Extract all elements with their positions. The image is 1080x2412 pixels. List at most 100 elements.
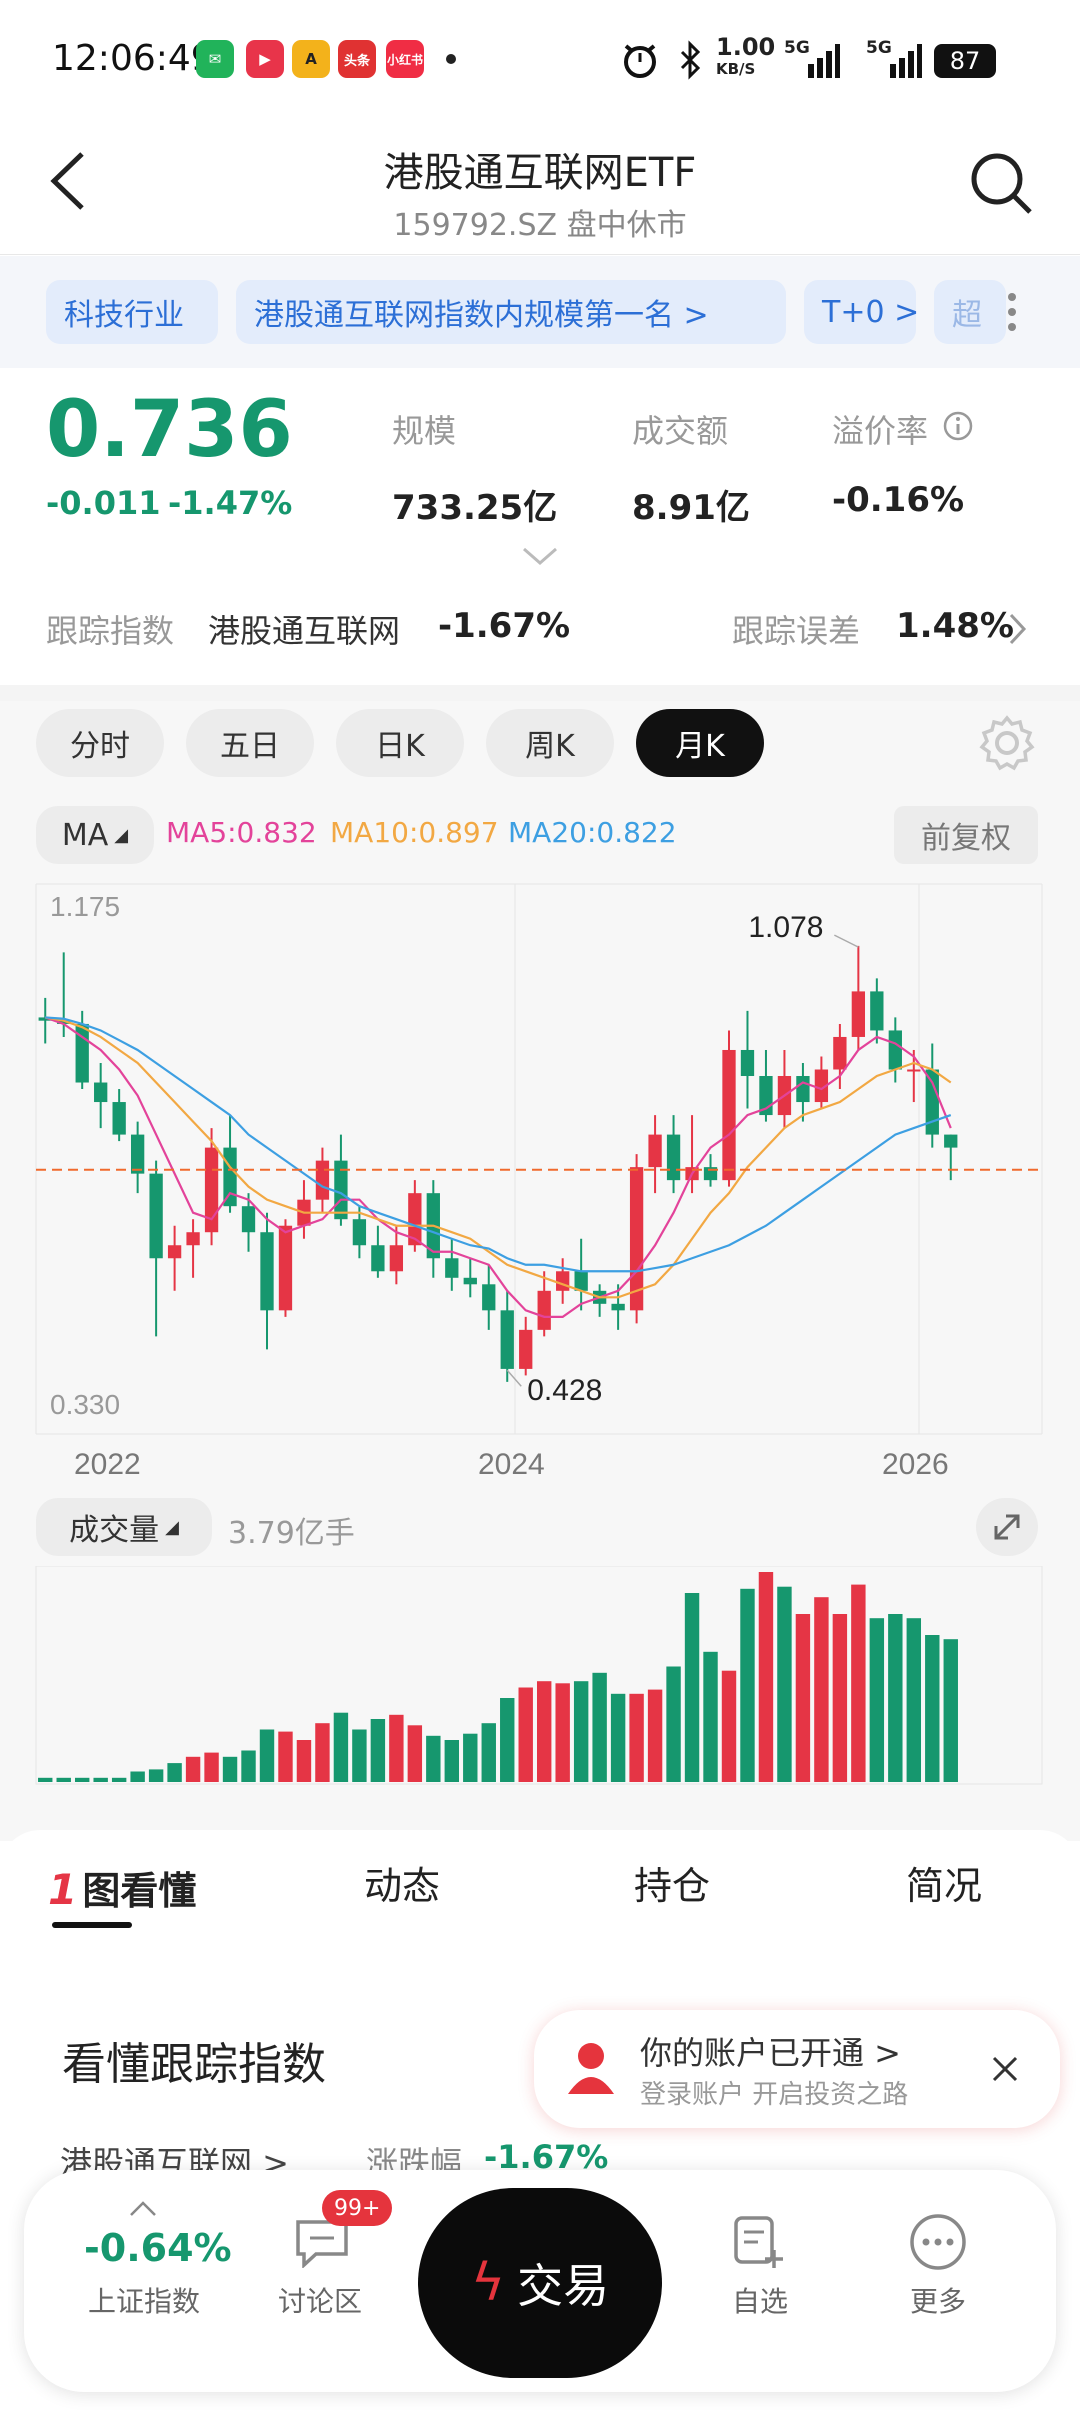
period-tab-daily[interactable]: 日K — [336, 709, 464, 777]
volume-bar — [721, 1670, 737, 1782]
candle-body — [740, 1049, 755, 1077]
volume-bar — [629, 1693, 644, 1782]
more-icon[interactable] — [908, 2212, 968, 2272]
tag-more[interactable]: 超 — [934, 280, 1006, 344]
price: 0.736 — [46, 385, 293, 475]
volume-bar — [333, 1712, 349, 1782]
volume-bar — [204, 1752, 219, 1782]
period-tab-intraday[interactable]: 分时 — [36, 709, 164, 777]
tag-t0[interactable]: T+0 > — [804, 280, 919, 344]
volume-bar — [906, 1618, 922, 1782]
volume-bar — [610, 1693, 626, 1782]
page-subtitle: 159792.SZ 盘中休市 — [393, 208, 687, 243]
bluetooth-icon — [680, 40, 701, 80]
volume-bar — [647, 1689, 663, 1782]
candle-body — [556, 1271, 570, 1291]
candle-body — [833, 1036, 847, 1070]
volume-bar — [703, 1651, 718, 1782]
volume-bar — [296, 1740, 312, 1782]
y-min-label: 0.330 — [50, 1389, 120, 1420]
candle-body — [574, 1271, 588, 1291]
candle-body — [537, 1290, 551, 1330]
ma20-legend: MA20:0.822 — [508, 816, 677, 849]
volume-chart[interactable] — [0, 1566, 1080, 1786]
header-divider — [0, 254, 1080, 255]
expand-icon — [994, 1514, 1020, 1540]
volume-value: 3.79亿手 — [228, 1516, 355, 1551]
expand-chevron-icon[interactable] — [522, 546, 558, 566]
page-title: 港股通互联网ETF — [383, 150, 697, 196]
volume-bar — [74, 1777, 90, 1782]
candle-body — [130, 1134, 145, 1174]
volume-bar — [463, 1733, 478, 1782]
tab-news[interactable]: 动态 — [364, 1855, 440, 1910]
settings-gear-icon[interactable] — [978, 714, 1036, 772]
period-tab-5day[interactable]: 五日 — [186, 709, 314, 777]
adjust-selector[interactable]: 前复权 — [894, 806, 1038, 864]
track-index-pct: -1.67% — [438, 606, 571, 646]
search-icon[interactable] — [968, 150, 1034, 216]
forum-label[interactable]: 讨论区 — [278, 2280, 362, 2320]
volume-bar — [130, 1771, 145, 1782]
more-vertical-icon[interactable] — [1000, 290, 1024, 334]
candle-body — [241, 1206, 256, 1233]
candle-body — [851, 991, 866, 1037]
candle-body — [925, 1069, 939, 1135]
volume-bar — [832, 1614, 848, 1782]
watchlist-label[interactable]: 自选 — [732, 2280, 788, 2320]
tab-chart-explain[interactable]: 1 图看懂 — [48, 1860, 196, 1915]
volume-selector[interactable]: 成交量 ◢ — [36, 1498, 212, 1556]
index-label[interactable]: 上证指数 — [88, 2280, 200, 2320]
index-value[interactable]: -0.64% — [84, 2226, 232, 2270]
candle-body — [888, 1030, 902, 1070]
period-tab-monthly[interactable]: 月K — [636, 709, 764, 777]
info-icon[interactable] — [942, 410, 974, 442]
volume-bar — [222, 1756, 238, 1782]
candle-body — [186, 1232, 200, 1246]
status-bar: 12:06:49 ✉ ▶ A 头条 小红书 1.00 KB/S 5G 5G 87 — [0, 0, 1080, 120]
ma5-legend: MA5:0.832 — [166, 816, 317, 849]
fullscreen-button[interactable] — [976, 1498, 1038, 1556]
volume-bar — [93, 1777, 108, 1782]
tag-ranking[interactable]: 港股通互联网指数内规模第一名 > — [236, 280, 786, 344]
volume-bar — [185, 1756, 201, 1782]
ma-selector[interactable]: MA ◢ — [36, 806, 154, 864]
volume-bar — [758, 1572, 774, 1782]
candlestick-chart[interactable]: 1.175 0.330 1.078 0.428 2022 2024 2026 — [0, 870, 1080, 1480]
annotation-high-leader — [834, 934, 859, 948]
scale-value: 733.25亿 — [392, 488, 558, 528]
volume-bar — [684, 1593, 700, 1782]
candle-body — [223, 1147, 237, 1207]
candle-body — [389, 1245, 404, 1272]
price-change-pct: -1.47% — [168, 484, 293, 522]
candle-body — [352, 1219, 367, 1246]
candle-body — [463, 1277, 477, 1285]
more-label[interactable]: 更多 — [910, 2280, 966, 2320]
trade-button[interactable]: ϟ 交易 — [418, 2188, 662, 2378]
volume-bar — [481, 1723, 496, 1782]
xiaohongshu-icon: 小红书 — [386, 40, 424, 78]
volume-bar — [740, 1588, 755, 1782]
chevron-right-icon[interactable] — [1008, 612, 1028, 646]
track-index-name[interactable]: 港股通互联网 — [208, 606, 400, 652]
track-error-value[interactable]: 1.48% — [896, 606, 1014, 646]
track-index-label: 跟踪指数 — [46, 612, 175, 650]
volume-bar — [555, 1683, 570, 1782]
close-icon[interactable] — [990, 2054, 1020, 2084]
signal-1-icon — [808, 44, 840, 78]
tag-sector[interactable]: 科技行业 — [46, 280, 218, 344]
watchlist-add-icon[interactable] — [730, 2214, 786, 2270]
volume-bar — [278, 1731, 293, 1782]
volume-bar — [666, 1666, 681, 1782]
tab-holdings[interactable]: 持仓 — [634, 1855, 710, 1910]
volume-bar — [38, 1777, 53, 1782]
tab-overview[interactable]: 简况 — [906, 1855, 982, 1910]
candle-body — [482, 1284, 496, 1311]
period-tab-weekly[interactable]: 周K — [486, 709, 614, 777]
price-change: -0.011 — [46, 484, 161, 522]
volume-bar — [111, 1777, 127, 1782]
wechat-icon: ✉ — [196, 40, 234, 78]
volume-bar — [795, 1614, 811, 1782]
candle-body — [666, 1134, 681, 1181]
candle-body — [149, 1173, 163, 1259]
